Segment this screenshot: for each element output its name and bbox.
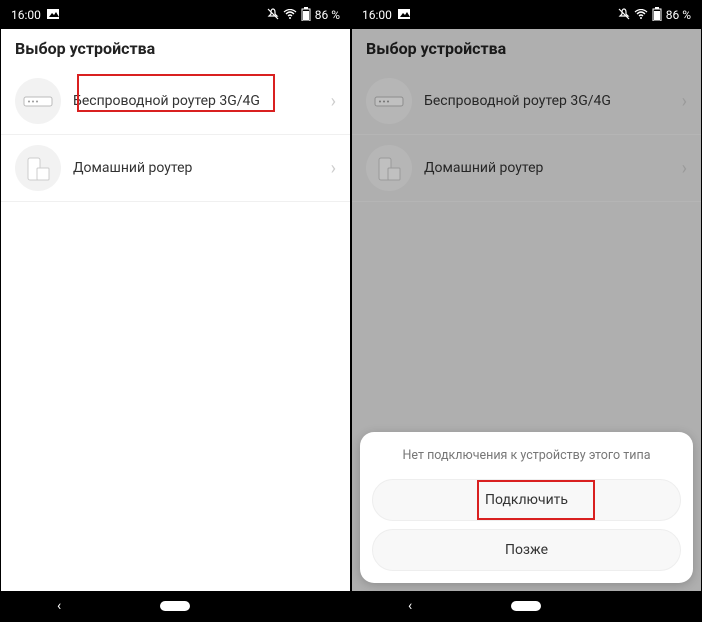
status-battery: 86 % — [315, 8, 340, 22]
device-label: Беспроводной роутер 3G/4G — [73, 93, 319, 109]
nav-home[interactable] — [511, 598, 541, 614]
screen-dialog: 16:00 86 % Выбор устройства Беспроводной… — [351, 0, 702, 622]
connection-dialog: Нет подключения к устройству этого типа … — [360, 432, 693, 583]
picture-icon — [398, 8, 410, 22]
wifi-icon — [283, 8, 297, 22]
status-battery: 86 % — [666, 8, 691, 22]
chevron-right-icon: › — [331, 91, 336, 112]
nav-back[interactable]: ‹ — [395, 598, 425, 614]
battery-icon — [652, 7, 662, 24]
later-button[interactable]: Позже — [372, 529, 681, 571]
nav-back[interactable]: ‹ — [44, 598, 74, 614]
chevron-right-icon: › — [331, 158, 336, 179]
screen-device-list: 16:00 86 % Выбор устройства Беспроводной… — [0, 0, 351, 622]
device-list: Беспроводной роутер 3G/4G › Домашний роу… — [1, 68, 350, 591]
later-button-label: Позже — [505, 542, 548, 558]
statusbar: 16:00 86 % — [352, 1, 701, 29]
mute-icon — [618, 8, 630, 23]
picture-icon — [47, 8, 59, 22]
nav-home[interactable] — [160, 598, 190, 614]
mute-icon — [267, 8, 279, 23]
status-time: 16:00 — [362, 8, 392, 22]
connect-button[interactable]: Подключить — [372, 479, 681, 521]
dialog-message: Нет подключения к устройству этого типа — [372, 448, 681, 463]
navbar: ‹ — [1, 591, 350, 621]
nav-spacer — [628, 598, 658, 614]
page-title: Выбор устройства — [1, 29, 350, 68]
device-item-wireless[interactable]: Беспроводной роутер 3G/4G › — [1, 68, 350, 135]
device-label: Домашний роутер — [73, 160, 319, 176]
battery-icon — [301, 7, 311, 24]
wireless-router-icon — [15, 78, 61, 124]
connect-button-label: Подключить — [485, 492, 568, 508]
device-item-home[interactable]: Домашний роутер › — [1, 135, 350, 202]
status-time: 16:00 — [11, 8, 41, 22]
wifi-icon — [634, 8, 648, 22]
nav-spacer — [277, 598, 307, 614]
navbar: ‹ — [352, 591, 701, 621]
statusbar: 16:00 86 % — [1, 1, 350, 29]
home-router-icon — [15, 145, 61, 191]
